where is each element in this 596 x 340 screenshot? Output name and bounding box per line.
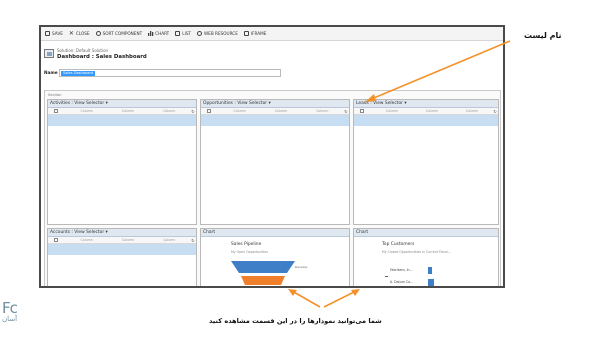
logo-sub: آسان — [2, 315, 18, 323]
annotation-arrows — [288, 40, 511, 308]
arrow-line-top — [368, 40, 511, 101]
arrow-head-top — [365, 94, 376, 102]
annotation-bottom: شما می‌توانید نمودارها را در این قسمت مش… — [209, 317, 382, 325]
arrow-line-left — [291, 290, 321, 308]
arrow-line-right — [323, 290, 357, 308]
annotation-top: نام لیست — [524, 31, 562, 40]
logo: Fc آسان — [2, 299, 18, 323]
